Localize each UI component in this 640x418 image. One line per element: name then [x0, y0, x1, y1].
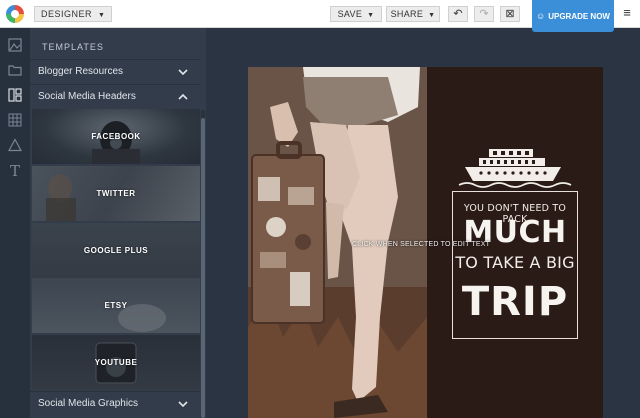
caret-down-icon: ▼ — [428, 12, 436, 19]
edit-text-hint: CLICK WHEN SELECTED TO EDIT TEXT — [352, 241, 491, 248]
tile-label: ETSY — [104, 301, 128, 310]
section-blogger-resources[interactable]: Blogger Resources — [30, 59, 200, 83]
chevron-down-icon — [178, 392, 188, 418]
share-button[interactable]: SHARE ▼ — [386, 6, 440, 22]
section-label: Social Media Graphics — [38, 398, 139, 409]
save-button-label: SAVE — [337, 9, 363, 19]
top-toolbar: DESIGNER ▼ SAVE ▼ SHARE ▼ ↶ ↷ ⊠ ☺ UPGRADE NO… — [0, 0, 640, 32]
section-social-media-headers[interactable]: Social Media Headers — [30, 84, 200, 108]
close-box-icon[interactable]: ⊠ — [500, 6, 520, 22]
tile-label: FACEBOOK — [91, 132, 141, 141]
panel-scrollbar-thumb[interactable] — [201, 118, 205, 418]
section-social-media-graphics[interactable]: Social Media Graphics — [30, 391, 200, 415]
templates-panel: TEMPLATES Blogger Resources Social Media… — [30, 28, 206, 418]
template-tile-etsy[interactable]: ETSY — [32, 278, 200, 333]
mode-dropdown-label: DESIGNER — [41, 9, 93, 19]
template-tile-youtube[interactable]: YOUTUBE — [32, 335, 200, 390]
caret-down-icon: ▼ — [367, 12, 375, 19]
tile-label: YOUTUBE — [94, 358, 138, 367]
undo-icon[interactable]: ↶ — [448, 6, 468, 22]
upgrade-label: UPGRADE NOW — [548, 12, 610, 21]
quote-line-4[interactable]: TRIP — [452, 279, 578, 325]
layouts-icon[interactable] — [7, 38, 23, 54]
caret-down-icon: ▼ — [98, 12, 106, 19]
mode-dropdown[interactable]: DESIGNER ▼ — [34, 6, 113, 22]
share-button-label: SHARE — [390, 9, 424, 19]
quote-line-3[interactable]: TO TAKE A BIG — [452, 253, 578, 273]
chevron-down-icon — [178, 60, 188, 86]
folder-icon[interactable] — [7, 63, 23, 79]
template-tile-twitter[interactable]: TWITTER — [32, 166, 200, 221]
hamburger-icon[interactable]: ≡ — [620, 6, 634, 20]
upgrade-now-button[interactable]: ☺ UPGRADE NOW — [532, 0, 614, 32]
text-icon[interactable]: T — [7, 163, 23, 179]
chevron-up-icon — [178, 85, 188, 111]
section-label: Social Media Headers — [38, 91, 136, 102]
tool-rail: T — [0, 28, 30, 418]
redo-icon[interactable]: ↷ — [474, 6, 494, 22]
section-label: Blogger Resources — [38, 66, 124, 77]
template-tile-facebook[interactable]: FACEBOOK — [32, 109, 200, 164]
app-logo — [6, 5, 24, 23]
tile-label: TWITTER — [96, 189, 136, 198]
save-button[interactable]: SAVE ▼ — [330, 6, 382, 22]
template-tile-google-plus[interactable]: GOOGLE PLUS — [32, 223, 200, 278]
grid-icon[interactable] — [7, 113, 23, 129]
design-canvas[interactable]: YOU DON'T NEED TO PACK MUCH TO TAKE A BI… — [248, 67, 603, 418]
panel-title: TEMPLATES — [42, 42, 104, 52]
tile-label: GOOGLE PLUS — [83, 246, 149, 255]
user-icon: ☺ — [536, 11, 546, 21]
shapes-icon[interactable] — [7, 138, 23, 154]
cruise-ship-icon[interactable] — [457, 147, 573, 191]
templates-icon[interactable] — [7, 88, 23, 104]
